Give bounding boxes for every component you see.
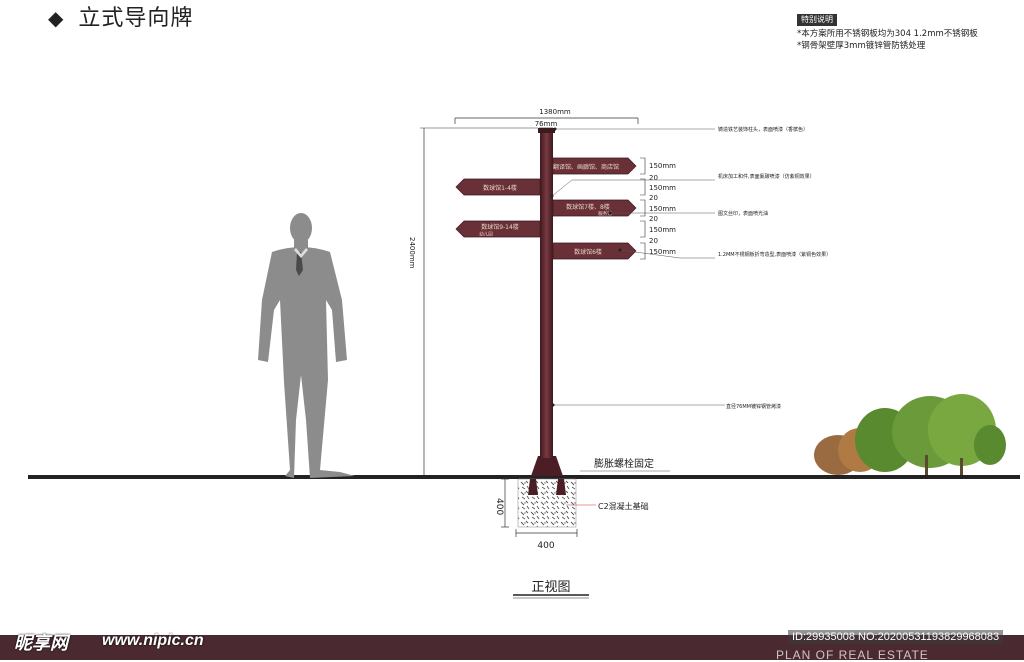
annotation-pattern: 机床加工和件,表面氟碳喷漆（仿紫铜效果） [718,173,815,180]
sign-5-label: 数球馆6楼 [574,248,602,256]
tree-cluster [814,394,1006,475]
watermark-logo: 昵享网 [14,633,68,654]
gap-dimension-labels: 150mm 20 150mm 20 150mm 20 150mm 20 150m… [649,162,676,256]
footer-bar: 昵享网 www.nipic.cn ID:29935008 NO:20200531… [0,630,1024,662]
view-label: 正视图 [513,580,589,599]
gap-label-4: 20 [649,194,658,202]
view-label-text: 正视图 [531,580,570,595]
gap-label-8: 20 [649,237,658,245]
gap-dimensions [640,157,646,260]
pole [540,131,553,458]
base-width-label: 400 [537,541,554,551]
sign-5: 数球馆6楼 [552,242,637,260]
width-dimension-label: 1380mm [539,108,571,116]
annotation-labels: 铸造铁艺装饰柱头，表面喷漆（香槟色） 机床加工和件,表面氟碳喷漆（仿紫铜效果） … [718,126,831,410]
elevation-drawing: 1380mm 76mm 2400mm 400 400 翻译馆、画廊馆、商店馆 数… [28,108,1020,599]
annotation-foundation: C2混凝土基础 [598,501,649,511]
pole-cap [538,128,555,133]
person-silhouette [258,213,355,478]
width-dimension: 1380mm 76mm [454,108,639,129]
sign-4-sublabel: 幼儿园 [479,231,493,238]
gap-label-5: 150mm [649,205,676,213]
sign-3-label: 数球馆7楼、8楼 [566,203,610,211]
annotation-pole: 直径76MM镀锌钢管烤漆 [726,403,781,410]
pole-diameter-label: 76mm [535,120,558,128]
sign-2-label: 数球馆1-4楼 [483,184,517,192]
gap-label-3: 150mm [649,184,676,192]
watermark-site: www.nipic.cn [102,632,204,649]
gap-label-2: 20 [649,174,658,182]
height-dimension-label: 2400mm [408,237,416,269]
annotation-text: 图文丝印，表面喷光油 [718,210,768,217]
gap-label-1: 150mm [649,162,676,170]
sign-4-label: 数球馆9-14楼 [481,223,519,231]
gap-label-9: 150mm [649,248,676,256]
ground-line [28,475,1020,479]
foundation-annotation: C2混凝土基础 [566,501,649,511]
sign-2: 数球馆1-4楼 [455,178,541,196]
leader-lines [551,128,725,472]
sign-3: 数球馆7楼、8楼 服务馆 [552,199,637,217]
annotation-bolt: 膨胀螺栓固定 [594,457,654,470]
sign-1: 翻译馆、画廊馆、商店馆 [552,157,637,175]
image-id: ID:29935008 NO:20200531193829968083 [788,630,1004,644]
sign-4: 数球馆9-14楼 幼儿园 [455,220,541,238]
base-height-label: 400 [494,498,504,515]
sign-1-label: 翻译馆、画廊馆、商店馆 [553,163,619,171]
annotation-cap: 铸造铁艺装饰柱头，表面喷漆（香槟色） [718,126,808,133]
gap-label-7: 150mm [649,226,676,234]
annotation-plate: 1.2MM不锈钢板折弯造型,表面喷漆（紫铜色效果） [718,251,831,258]
gap-label-6: 20 [649,215,658,223]
